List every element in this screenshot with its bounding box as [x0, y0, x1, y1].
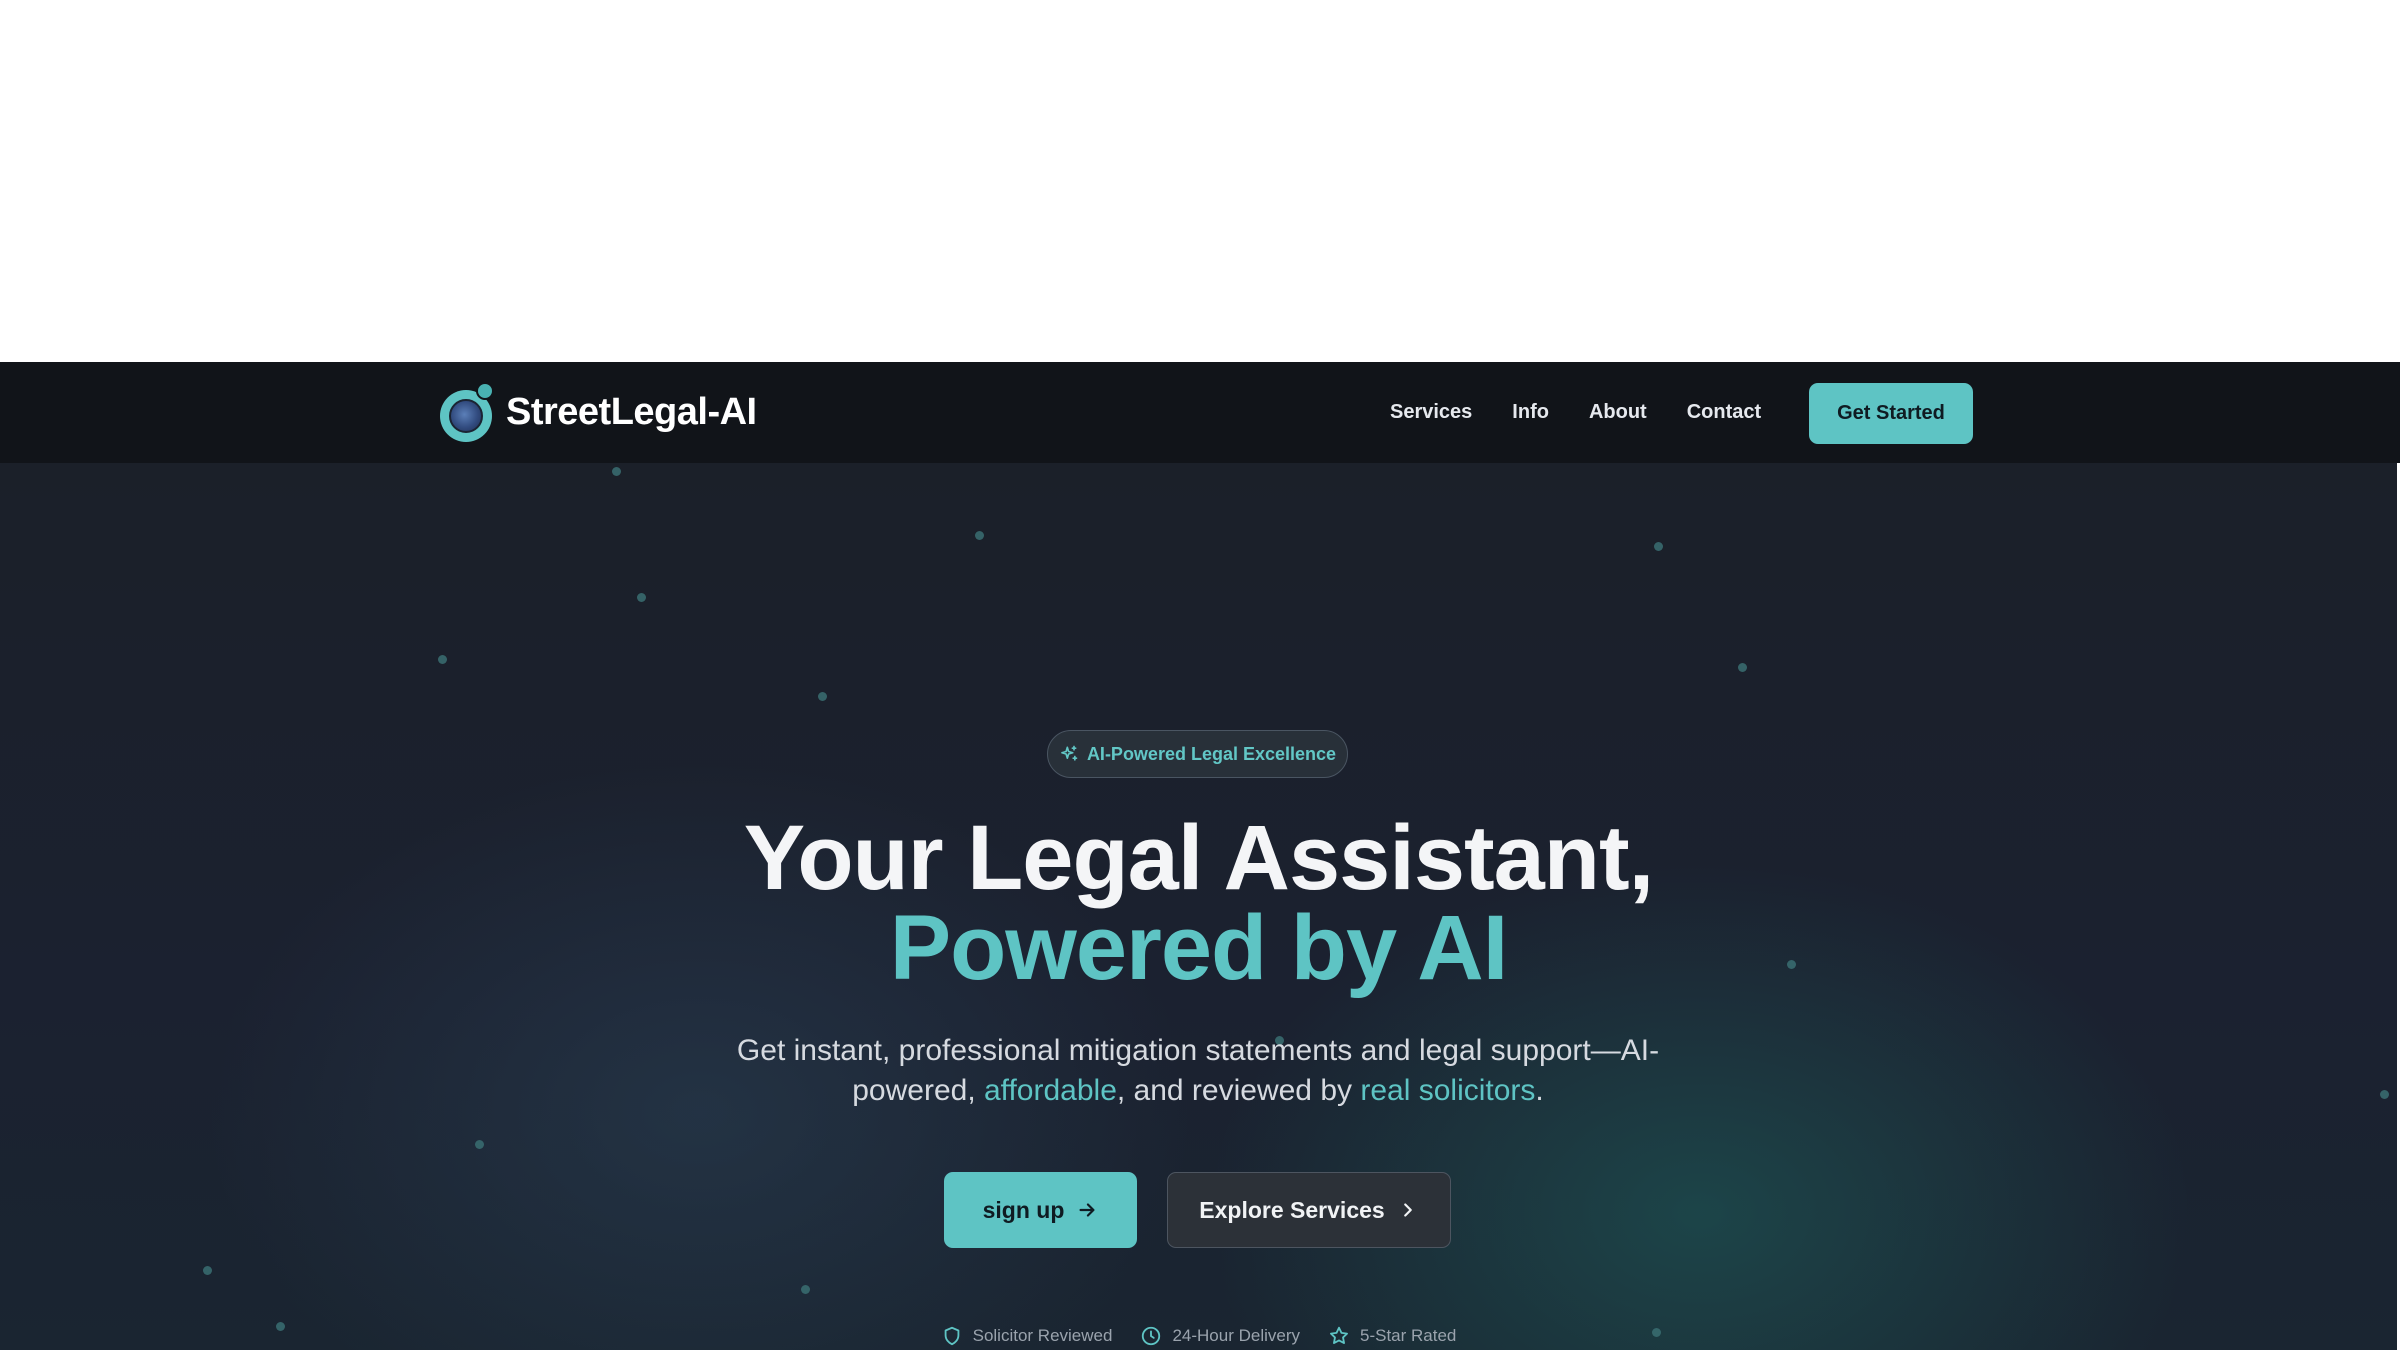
trust-label: 24-Hour Delivery	[1172, 1326, 1300, 1345]
clock-icon	[1142, 1326, 1161, 1346]
particle-dot	[475, 1140, 484, 1149]
particle-dot	[438, 655, 447, 664]
hero-subtitle: Get instant, professional mitigation sta…	[700, 1031, 1696, 1111]
subtitle-text: , and reviewed by	[1116, 1074, 1361, 1107]
brand-logo-link[interactable]: StreetLegal-AI	[440, 382, 757, 442]
hero-section: AI-Powered Legal Excellence Your Legal A…	[0, 463, 2397, 1350]
explore-services-button[interactable]: Explore Services	[1167, 1172, 1451, 1248]
chevron-right-icon	[1403, 1203, 1412, 1217]
nav-link-info[interactable]: Info	[1512, 401, 1549, 424]
hero-badge: AI-Powered Legal Excellence	[1047, 730, 1348, 778]
brand-name: StreetLegal-AI	[506, 390, 757, 433]
particle-dot	[203, 1266, 212, 1275]
nav-link-contact[interactable]: Contact	[1687, 401, 1761, 424]
blank-top-area	[0, 0, 2400, 362]
trust-item-24-hour-delivery: 24-Hour Delivery	[1140, 1325, 1300, 1347]
get-started-button[interactable]: Get Started	[1809, 383, 1973, 444]
particle-dot	[801, 1285, 810, 1294]
subtitle-text: .	[1535, 1074, 1544, 1107]
logo-icon	[440, 382, 494, 442]
trust-indicators: Solicitor Reviewed 24-Hour Delivery 5-St…	[0, 1325, 2397, 1347]
particle-dot	[818, 692, 827, 701]
arrow-right-icon	[1079, 1203, 1095, 1217]
particle-dot	[612, 467, 621, 476]
trust-item-solicitor-reviewed: Solicitor Reviewed	[941, 1325, 1113, 1347]
headline-line-2: Powered by AI	[889, 897, 1509, 999]
particle-dot	[2380, 1090, 2389, 1099]
badge-text: AI-Powered Legal Excellence	[1086, 743, 1337, 764]
subtitle-highlight-solicitors: real solicitors	[1360, 1074, 1536, 1107]
trust-label: 5-Star Rated	[1360, 1326, 1457, 1345]
nav-link-services[interactable]: Services	[1390, 401, 1472, 424]
explore-services-label: Explore Services	[1199, 1196, 1385, 1223]
particle-dot	[637, 593, 646, 602]
main-nav: Services Info About Contact	[1390, 362, 1801, 463]
star-icon	[1330, 1326, 1348, 1344]
hero-headline: Your Legal Assistant, Powered by AI	[0, 807, 2397, 999]
particle-dot	[1738, 663, 1747, 672]
trust-label: Solicitor Reviewed	[972, 1326, 1113, 1345]
sparkles-icon	[1061, 745, 1078, 761]
nav-link-about[interactable]: About	[1589, 401, 1647, 424]
particle-dot	[1654, 542, 1663, 551]
shield-icon	[944, 1326, 959, 1346]
headline-line-1: Your Legal Assistant,	[743, 807, 1654, 909]
trust-item-5-star-rated: 5-Star Rated	[1328, 1325, 1456, 1347]
navbar: StreetLegal-AI Services Info About Conta…	[0, 362, 2400, 463]
sign-up-button[interactable]: sign up	[944, 1172, 1137, 1248]
subtitle-highlight-affordable: affordable	[983, 1074, 1117, 1107]
sign-up-label: sign up	[982, 1196, 1065, 1223]
particle-dot	[975, 531, 984, 540]
